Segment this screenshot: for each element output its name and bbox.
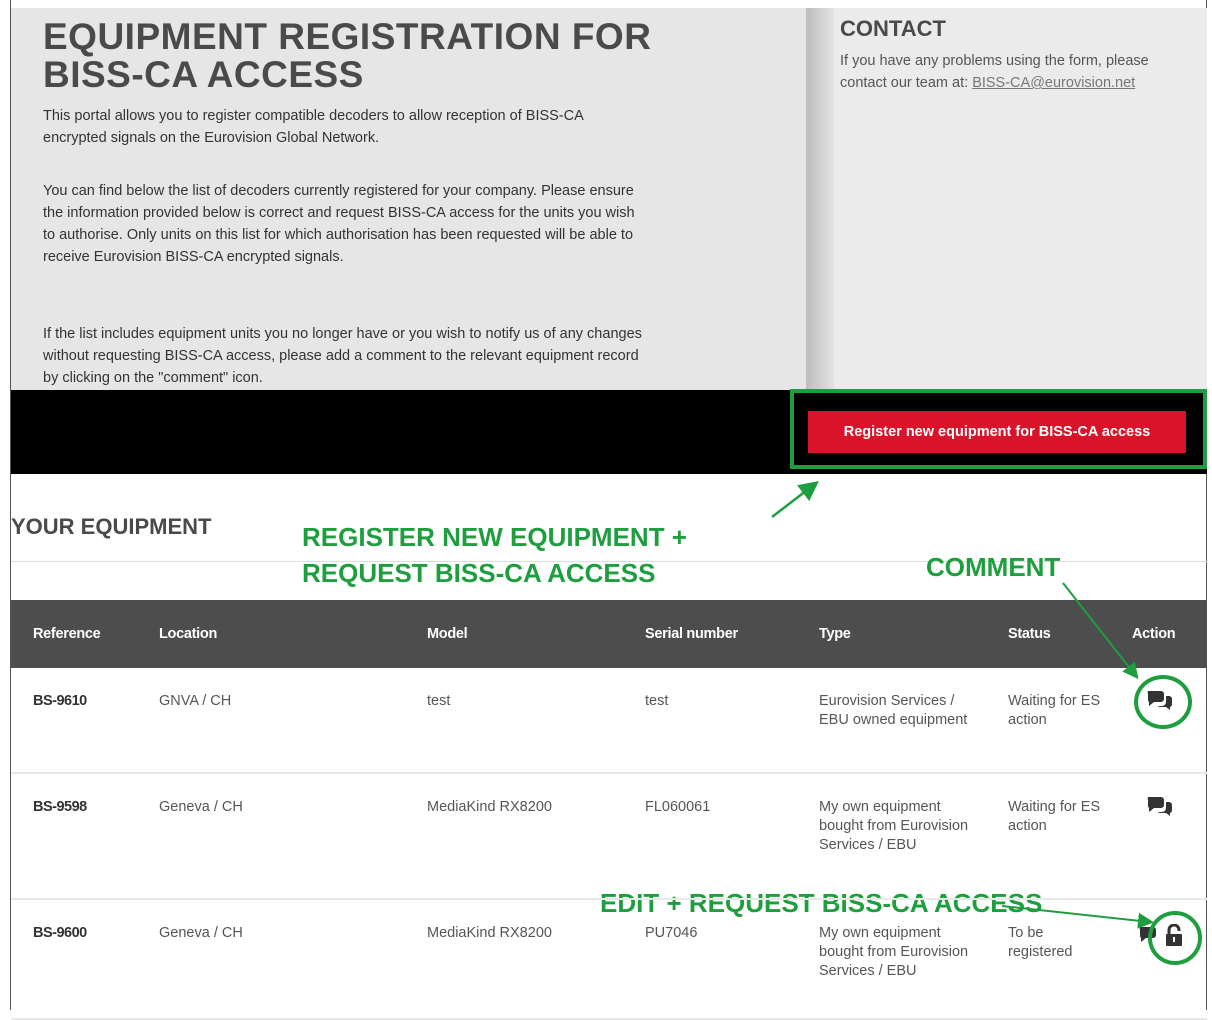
table-row: BS-9610 GNVA / CH test test Eurovision S… bbox=[11, 668, 1207, 773]
table-row: BS-9600 Geneva / CH MediaKind RX8200 PU7… bbox=[11, 899, 1207, 1019]
cell-location: Geneva / CH bbox=[159, 925, 243, 941]
cell-type: Eurovision Services / EBU owned equipmen… bbox=[819, 693, 968, 728]
column-header-reference[interactable]: Reference bbox=[11, 600, 137, 668]
column-header-action: Action bbox=[1132, 626, 1176, 642]
cell-type: My own equipment bought from Eurovision … bbox=[819, 799, 969, 853]
table-header-row: Reference Location Model Serial number T… bbox=[11, 600, 1207, 668]
cell-serial: PU7046 bbox=[645, 925, 698, 941]
cell-type: My own equipment bought from Eurovision … bbox=[819, 925, 969, 979]
register-equipment-button[interactable]: Register new equipment for BISS-CA acces… bbox=[808, 411, 1186, 453]
contact-email-link[interactable]: BISS-CA@eurovision.net bbox=[972, 75, 1135, 91]
annotation-comment: COMMENT bbox=[926, 552, 1061, 582]
cell-location: Geneva / CH bbox=[159, 799, 243, 815]
contact-panel: CONTACT If you have any problems using t… bbox=[834, 8, 1207, 390]
equipment-table: Reference Location Model Serial number T… bbox=[11, 600, 1207, 1020]
cell-reference: BS-9600 bbox=[33, 925, 87, 941]
cell-serial: test bbox=[645, 693, 669, 709]
intro-paragraph-3: If the list includes equipment units you… bbox=[43, 326, 642, 386]
contact-text: If you have any problems using the form,… bbox=[840, 50, 1180, 94]
cell-status: To be registered bbox=[1008, 925, 1073, 960]
column-header-location[interactable]: Location bbox=[137, 600, 405, 668]
cell-serial: FL060061 bbox=[645, 799, 711, 815]
intro-paragraph-1: This portal allows you to register compa… bbox=[43, 108, 583, 146]
column-header-serial[interactable]: Serial number bbox=[623, 600, 797, 668]
cell-reference: BS-9610 bbox=[33, 693, 87, 709]
cell-reference: BS-9598 bbox=[33, 799, 87, 815]
column-header-status[interactable]: Status bbox=[986, 600, 1110, 668]
table-row: BS-9598 Geneva / CH MediaKind RX8200 FL0… bbox=[11, 773, 1207, 899]
cell-model: MediaKind RX8200 bbox=[427, 925, 552, 941]
cell-status: Waiting for ES action bbox=[1008, 693, 1101, 728]
cell-model: MediaKind RX8200 bbox=[427, 799, 552, 815]
annotation-circle-comment bbox=[1134, 675, 1192, 729]
column-header-model[interactable]: Model bbox=[405, 600, 623, 668]
cell-action bbox=[1110, 773, 1207, 899]
intro-paragraph-2: You can find below the list of decoders … bbox=[43, 183, 635, 265]
action-icons bbox=[1132, 797, 1173, 828]
contact-title: CONTACT bbox=[840, 16, 946, 41]
cell-location: GNVA / CH bbox=[159, 693, 232, 709]
annotation-circle-edit bbox=[1148, 911, 1202, 965]
column-header-type[interactable]: Type bbox=[797, 600, 986, 668]
panel-divider bbox=[806, 8, 834, 390]
cell-model: test bbox=[427, 693, 451, 709]
equipment-section-title: YOUR EQUIPMENT bbox=[11, 514, 212, 539]
comment-icon[interactable] bbox=[1146, 794, 1174, 816]
annotation-register: REGISTER NEW EQUIPMENT + REQUEST BISS-CA… bbox=[302, 522, 687, 588]
intro-panel: EQUIPMENT REGISTRATION FOR BISS-CA ACCES… bbox=[11, 8, 806, 390]
page-title: EQUIPMENT REGISTRATION FOR BISS-CA ACCES… bbox=[43, 16, 652, 95]
cell-status: Waiting for ES action bbox=[1008, 799, 1101, 834]
